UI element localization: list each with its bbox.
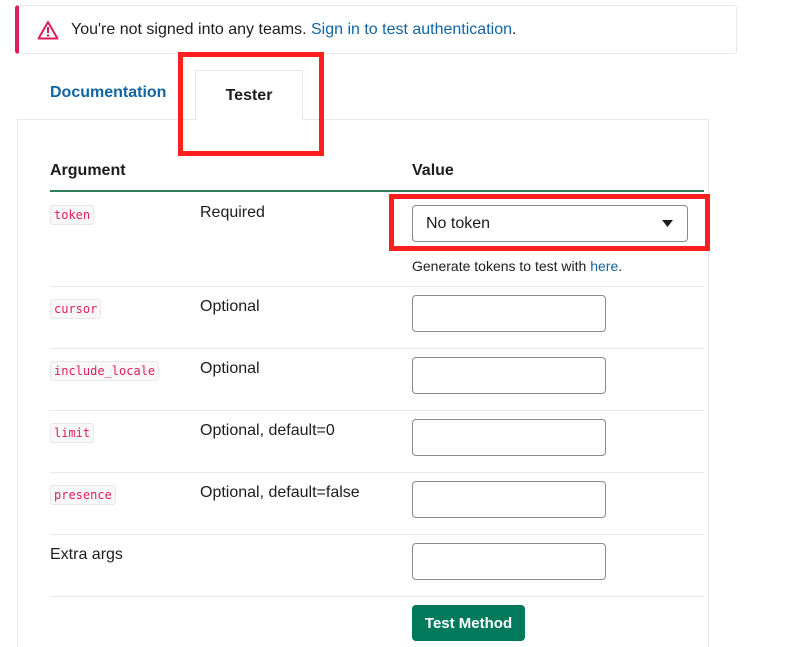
alert-message: You're not signed into any teams. [71,20,307,38]
arg-requirement-include-locale: Optional [200,360,260,377]
arg-requirement-limit: Optional, default=0 [200,422,335,439]
alert-suffix: . [512,20,517,38]
not-signed-in-alert: You're not signed into any teams. Sign i… [15,5,737,54]
cursor-input[interactable] [412,295,606,332]
row-divider [50,472,704,473]
arg-name-limit: limit [50,423,95,443]
limit-input[interactable] [412,419,606,456]
test-method-button[interactable]: Test Method [412,605,525,641]
arg-name-token: token [50,205,95,225]
generate-token-link[interactable]: here [590,258,618,274]
arg-name-presence: presence [50,485,116,505]
arg-name-cursor: cursor [50,299,102,319]
header-divider [50,190,704,192]
extra-args-label: Extra args [50,546,123,563]
generate-token-hint: Generate tokens to test with here. [412,258,622,274]
generate-token-suffix: . [618,258,623,274]
row-divider [50,410,704,411]
row-divider [50,534,704,535]
argument-header: Argument [50,162,126,179]
tester-tab-highlight [178,52,324,156]
arg-requirement-cursor: Optional [200,298,260,315]
tab-documentation[interactable]: Documentation [50,84,166,102]
warning-icon [37,20,59,39]
row-divider [50,348,704,349]
arg-requirement-presence: Optional, default=false [200,484,360,501]
include-locale-input[interactable] [412,357,606,394]
extra-args-input[interactable] [412,543,606,580]
sign-in-link[interactable]: Sign in to test authentication [311,21,512,39]
token-select-highlight [389,194,710,251]
generate-token-text: Generate tokens to test with [412,258,587,274]
row-divider [50,286,704,287]
arg-name-include-locale: include_locale [50,361,160,381]
arg-requirement-token: Required [200,204,265,221]
row-divider [50,596,704,597]
value-header: Value [412,162,454,179]
presence-input[interactable] [412,481,606,518]
